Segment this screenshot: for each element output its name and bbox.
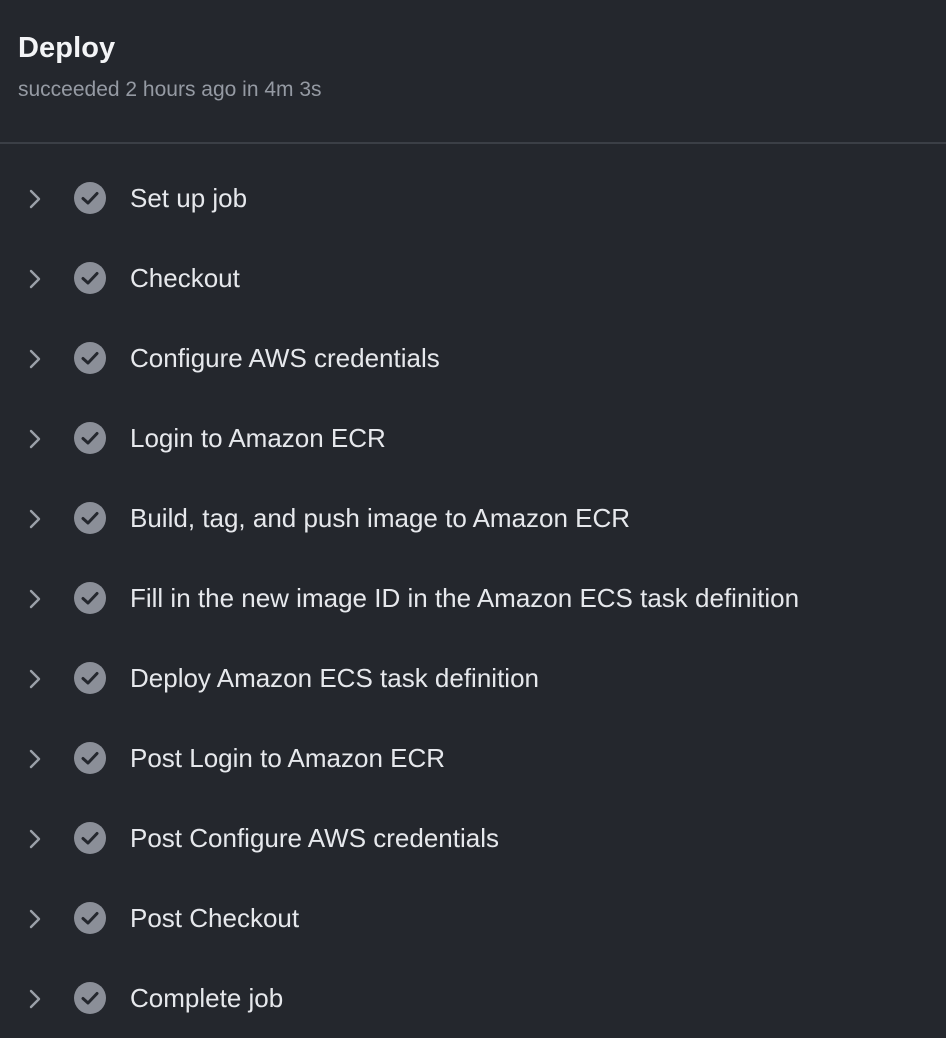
check-circle-icon [74, 262, 106, 294]
step-row[interactable]: Deploy Amazon ECS task definition [0, 638, 946, 718]
chevron-right-icon [29, 989, 41, 1009]
step-list: Set up job Checkout Configure AWS creden… [0, 158, 946, 1038]
check-circle-icon [74, 182, 106, 214]
check-circle-icon [74, 422, 106, 454]
step-label: Checkout [130, 263, 240, 293]
job-title: Deploy [18, 32, 116, 64]
chevron-right-icon [29, 509, 41, 529]
step-row[interactable]: Complete job [0, 958, 946, 1038]
step-row[interactable]: Configure AWS credentials [0, 318, 946, 398]
check-circle-icon [74, 742, 106, 774]
step-row[interactable]: Post Checkout [0, 878, 946, 958]
step-row[interactable]: Build, tag, and push image to Amazon ECR [0, 478, 946, 558]
chevron-right-icon [29, 909, 41, 929]
chevron-right-icon [29, 429, 41, 449]
step-label: Build, tag, and push image to Amazon ECR [130, 503, 631, 533]
chevron-right-icon [29, 269, 41, 289]
chevron-right-icon [29, 829, 41, 849]
check-circle-icon [74, 822, 106, 854]
chevron-right-icon [29, 189, 41, 209]
chevron-right-icon [29, 669, 41, 689]
step-label: Post Checkout [130, 903, 300, 933]
step-row[interactable]: Fill in the new image ID in the Amazon E… [0, 558, 946, 638]
check-circle-icon [74, 662, 106, 694]
step-row[interactable]: Set up job [0, 158, 946, 238]
chevron-right-icon [29, 349, 41, 369]
check-circle-icon [74, 902, 106, 934]
check-circle-icon [74, 502, 106, 534]
step-row[interactable]: Post Configure AWS credentials [0, 798, 946, 878]
step-label: Configure AWS credentials [130, 343, 440, 373]
step-label: Fill in the new image ID in the Amazon E… [130, 583, 800, 613]
step-label: Post Configure AWS credentials [130, 823, 499, 853]
step-label: Set up job [130, 183, 248, 213]
step-label: Login to Amazon ECR [130, 423, 386, 453]
chevron-right-icon [29, 589, 41, 609]
step-label: Post Login to Amazon ECR [130, 743, 446, 773]
step-label: Deploy Amazon ECS task definition [130, 663, 539, 693]
job-status-text: succeeded 2 hours ago in 4m 3s [18, 78, 322, 101]
step-label: Complete job [130, 983, 284, 1013]
check-circle-icon [74, 982, 106, 1014]
chevron-right-icon [29, 749, 41, 769]
check-circle-icon [74, 342, 106, 374]
step-row[interactable]: Login to Amazon ECR [0, 398, 946, 478]
job-header: Deploy succeeded 2 hours ago in 4m 3s [0, 0, 946, 144]
step-row[interactable]: Post Login to Amazon ECR [0, 718, 946, 798]
check-circle-icon [74, 582, 106, 614]
step-row[interactable]: Checkout [0, 238, 946, 318]
